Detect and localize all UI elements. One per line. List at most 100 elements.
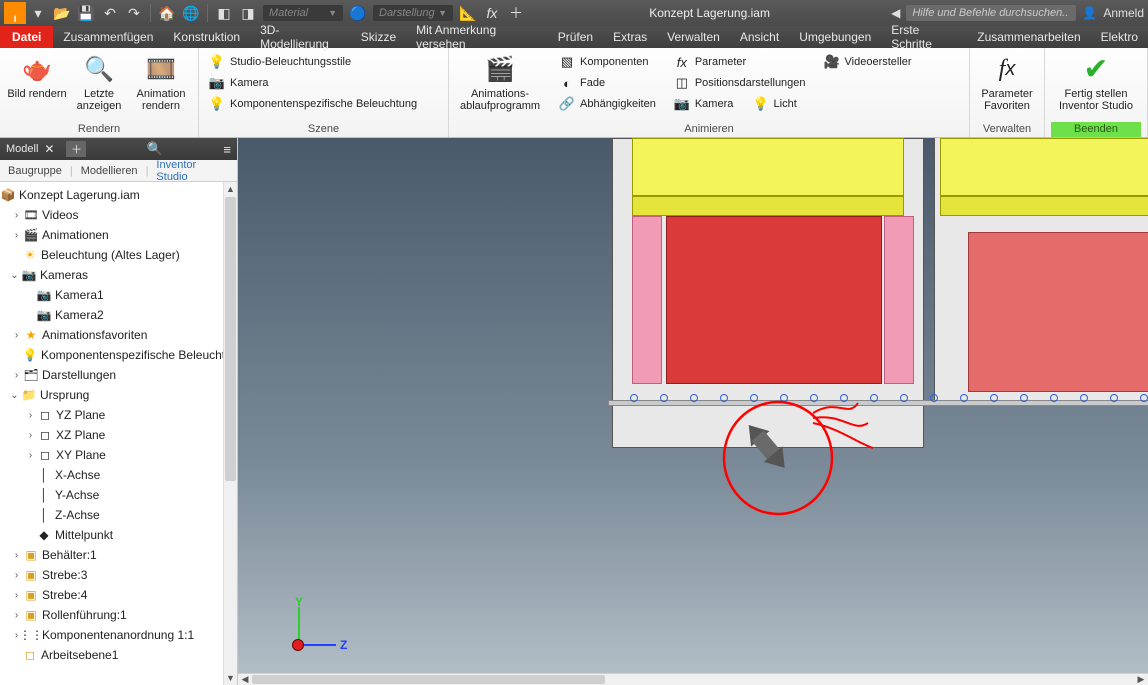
animations-ablaufprogramm-button[interactable]: 🎬Animations- ablaufprogramm (455, 52, 545, 112)
save-icon[interactable]: 💾 (75, 2, 97, 24)
letzte-anzeigen-button[interactable]: 🔍Letzte anzeigen (68, 52, 130, 112)
tree-kamera1[interactable]: 📷Kamera1 (0, 285, 237, 305)
parameter-favoriten-button[interactable]: fxParameter Favoriten (976, 52, 1038, 112)
tree-strebe4[interactable]: ›▣Strebe:4 (0, 585, 237, 605)
komp-beleuchtung-button[interactable]: 💡Komponentenspezifische Beleuchtung (205, 94, 421, 114)
menu-anmerkung[interactable]: Mit Anmerkung versehen (406, 26, 548, 48)
menu-pruefen[interactable]: Prüfen (548, 26, 603, 48)
menu-extras[interactable]: Extras (603, 26, 657, 48)
tab-modellieren[interactable]: Modellieren (73, 165, 146, 177)
expand-icon[interactable]: › (10, 210, 23, 221)
hscroll-right-icon[interactable]: ▶ (1134, 674, 1148, 685)
tree-kompbel[interactable]: 💡Komponentenspezifische Beleuchtung (0, 345, 237, 365)
team-icon[interactable]: 🌐 (180, 2, 202, 24)
menu-konstruktion[interactable]: Konstruktion (163, 26, 250, 48)
tree-animfav[interactable]: ›★Animationsfavoriten (0, 325, 237, 345)
expand-icon[interactable]: › (24, 450, 37, 461)
browser-close-icon[interactable]: ✕ (44, 142, 54, 156)
bild-rendern-button[interactable]: 🫖Bild rendern (6, 52, 68, 100)
menu-verwalten[interactable]: Verwalten (657, 26, 730, 48)
menu-erste-schritte[interactable]: Erste Schritte (881, 26, 967, 48)
collapse-icon[interactable]: ⌄ (8, 270, 21, 281)
expand-icon[interactable]: › (10, 550, 23, 561)
expand-icon[interactable]: › (24, 410, 37, 421)
menu-zusammenarbeiten[interactable]: Zusammenarbeiten (967, 26, 1090, 48)
fx-icon[interactable]: fx (481, 2, 503, 24)
tree-kameras[interactable]: ⌄📷Kameras (0, 265, 237, 285)
viewport[interactable]: Y Z ◀ ▶ (238, 138, 1148, 685)
menu-ansicht[interactable]: Ansicht (730, 26, 789, 48)
tree-x-achse[interactable]: │X-Achse (0, 465, 237, 485)
tree-kamera2[interactable]: 📷Kamera2 (0, 305, 237, 325)
tab-inventor-studio[interactable]: Inventor Studio (148, 159, 237, 183)
tree-xy-plane[interactable]: ›◻XY Plane (0, 445, 237, 465)
menu-3d-modellierung[interactable]: 3D-Modellierung (250, 26, 351, 48)
menu-umgebungen[interactable]: Umgebungen (789, 26, 881, 48)
viewport-hscrollbar[interactable]: ◀ ▶ (238, 673, 1148, 685)
browser-add-tab-icon[interactable]: ＋ (66, 141, 86, 157)
komponenten-button[interactable]: ▧Komponenten (555, 52, 660, 72)
tree-ursprung[interactable]: ⌄📁Ursprung (0, 385, 237, 405)
parameter-button[interactable]: fxParameter (670, 52, 810, 72)
tree-y-achse[interactable]: │Y-Achse (0, 485, 237, 505)
signin-label[interactable]: Anmeld (1103, 6, 1144, 20)
expand-icon[interactable]: › (10, 570, 23, 581)
tree-darstellungen[interactable]: ›🗂Darstellungen (0, 365, 237, 385)
tree-root[interactable]: 📦Konzept Lagerung.iam (0, 185, 237, 205)
tree-animationen[interactable]: ›🎬Animationen (0, 225, 237, 245)
material-dropdown[interactable]: Material▼ (263, 5, 343, 21)
tree-xz-plane[interactable]: ›◻XZ Plane (0, 425, 237, 445)
menu-zusammenfuegen[interactable]: Zusammenfügen (53, 26, 163, 48)
undo-icon[interactable]: ↶ (99, 2, 121, 24)
abhaengigkeiten-button[interactable]: 🔗Abhängigkeiten (555, 94, 660, 114)
tab-baugruppe[interactable]: Baugruppe (0, 165, 70, 177)
plus-icon[interactable]: ＋ (505, 2, 527, 24)
appearance-swatch-icon[interactable]: 🔵 (347, 2, 369, 24)
studio-beleuchtung-button[interactable]: 💡Studio-Beleuchtungsstile (205, 52, 421, 72)
fade-button[interactable]: ◐Fade (555, 73, 660, 93)
scroll-thumb[interactable] (225, 197, 236, 481)
tree-rollenfuehrung[interactable]: ›▣Rollenführung:1 (0, 605, 237, 625)
kamera-button[interactable]: 📷Kamera (205, 73, 421, 93)
menu-skizze[interactable]: Skizze (351, 26, 406, 48)
animation-rendern-button[interactable]: 🎞️Animation rendern (130, 52, 192, 112)
tree-beleuchtung[interactable]: ☀Beleuchtung (Altes Lager) (0, 245, 237, 265)
positions-button[interactable]: ◫Positionsdarstellungen (670, 73, 810, 93)
open-icon[interactable]: 📂 (51, 2, 73, 24)
expand-icon[interactable]: › (24, 430, 37, 441)
menu-file[interactable]: Datei (0, 26, 53, 48)
generic2-icon[interactable]: ◨ (237, 2, 259, 24)
qat-prev-icon[interactable]: ◀ (891, 6, 900, 20)
browser-search-icon[interactable]: 🔍 (147, 141, 163, 157)
fertig-stellen-button[interactable]: ✔Fertig stellen Inventor Studio (1051, 52, 1141, 112)
hscroll-left-icon[interactable]: ◀ (238, 674, 252, 685)
tree-arbeitsebene[interactable]: ◻Arbeitsebene1 (0, 645, 237, 665)
signin-icon[interactable]: 👤 (1082, 6, 1097, 20)
model-tree[interactable]: 📦Konzept Lagerung.iam ›🎞Videos ›🎬Animati… (0, 182, 237, 685)
anim-kamera-button[interactable]: 📷Kamera 💡Licht (670, 94, 810, 114)
help-search-input[interactable]: Hilfe und Befehle durchsuchen.. (906, 5, 1076, 21)
tree-videos[interactable]: ›🎞Videos (0, 205, 237, 225)
expand-icon[interactable]: › (10, 330, 23, 341)
scroll-up-icon[interactable]: ▲ (224, 182, 237, 196)
expand-icon[interactable]: › (10, 590, 23, 601)
generic1-icon[interactable]: ◧ (213, 2, 235, 24)
hscroll-thumb[interactable] (252, 675, 605, 684)
expand-icon[interactable]: › (10, 370, 23, 381)
redo-icon[interactable]: ↷ (123, 2, 145, 24)
appearance-dropdown[interactable]: Darstellung▼ (373, 5, 453, 21)
tree-strebe3[interactable]: ›▣Strebe:3 (0, 565, 237, 585)
videoersteller-button[interactable]: 🎥Videoersteller (820, 52, 916, 72)
new-icon[interactable]: ▾ (27, 2, 49, 24)
collapse-icon[interactable]: ⌄ (8, 390, 21, 401)
menu-elektro[interactable]: Elektro (1091, 26, 1148, 48)
tree-komponentenanordnung[interactable]: ›⋮⋮Komponentenanordnung 1:1 (0, 625, 237, 645)
home-icon[interactable]: 🏠 (156, 2, 178, 24)
tree-scrollbar[interactable]: ▲ ▼ (223, 182, 237, 685)
expand-icon[interactable]: › (10, 610, 23, 621)
tree-z-achse[interactable]: │Z-Achse (0, 505, 237, 525)
scroll-down-icon[interactable]: ▼ (224, 671, 237, 685)
tree-behaelter[interactable]: ›▣Behälter:1 (0, 545, 237, 565)
browser-menu-icon[interactable]: ≡ (223, 142, 231, 157)
tree-mittelpunkt[interactable]: ◆Mittelpunkt (0, 525, 237, 545)
